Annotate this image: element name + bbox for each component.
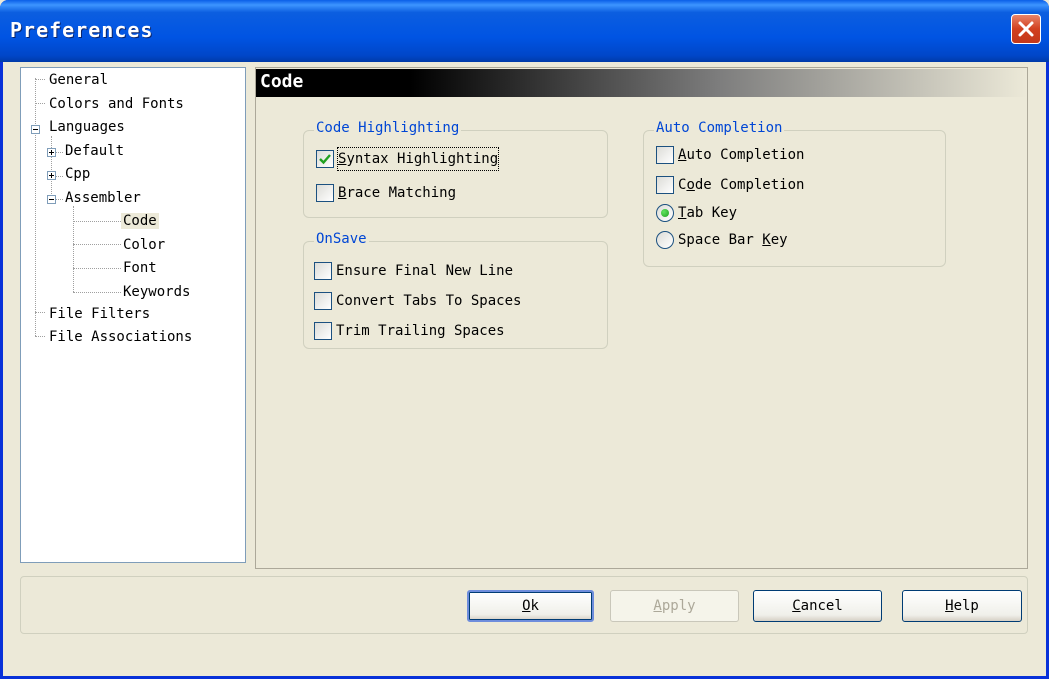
tree-item-file-associations[interactable]: File Associations: [47, 326, 194, 348]
apply-button[interactable]: Apply: [610, 590, 739, 622]
tree-item-font[interactable]: Font: [121, 257, 159, 279]
panel-header-title: Code: [260, 71, 304, 92]
checkbox-box[interactable]: [316, 184, 334, 202]
group-code-highlighting: Code Highlighting: [303, 120, 608, 218]
tree-connector: [73, 221, 121, 222]
tree-item-code[interactable]: Code: [121, 210, 159, 232]
tree-item-assembler[interactable]: Assembler: [63, 187, 143, 209]
tree-item-keywords[interactable]: Keywords: [121, 281, 192, 303]
checkbox-label: Syntax Highlighting: [336, 147, 500, 171]
checkbox-label: Convert Tabs To Spaces: [336, 293, 522, 309]
tree-connector: [35, 312, 45, 313]
tree-connector: [73, 244, 121, 245]
title-bar[interactable]: Preferences: [0, 0, 1049, 62]
expand-icon[interactable]: [47, 171, 56, 180]
tree-connector: [35, 336, 45, 337]
radio-button[interactable]: [656, 204, 674, 222]
tree-connector: [73, 292, 121, 293]
checkmark-icon: [319, 154, 331, 165]
checkbox-box[interactable]: [314, 262, 332, 280]
collapse-icon[interactable]: [31, 125, 40, 134]
checkbox-label: Auto Completion: [678, 147, 805, 163]
tree-item-cpp[interactable]: Cpp: [63, 163, 92, 185]
window-title: Preferences: [10, 18, 154, 42]
group-title: OnSave: [314, 231, 369, 247]
radio-button[interactable]: [656, 231, 674, 249]
tree-connector: [35, 103, 45, 104]
checkbox-label: Brace Matching: [338, 185, 457, 201]
group-title: Auto Completion: [654, 120, 785, 136]
tree-item-file-filters[interactable]: File Filters: [47, 303, 152, 325]
radio-label: Space Bar Key: [678, 232, 788, 248]
cancel-button[interactable]: Cancel: [753, 590, 882, 622]
tree-connector: [73, 206, 74, 292]
close-icon: [1018, 21, 1034, 37]
ok-button[interactable]: Ok: [467, 590, 594, 622]
tree-connector: [35, 79, 45, 80]
preferences-tree[interactable]: General Colors and Fonts Languages Defau…: [20, 67, 246, 563]
tree-connector: [73, 268, 121, 269]
radio-label: Tab Key: [678, 205, 738, 221]
close-button[interactable]: [1011, 14, 1041, 44]
checkbox-box[interactable]: [314, 292, 332, 310]
tree-item-color[interactable]: Color: [121, 234, 167, 256]
checkbox-box[interactable]: [656, 176, 674, 194]
expand-icon[interactable]: [47, 148, 56, 157]
checkbox-box[interactable]: [314, 322, 332, 340]
checkbox-label: Ensure Final New Line: [336, 263, 514, 279]
tree-item-languages[interactable]: Languages: [47, 116, 127, 138]
help-button[interactable]: Help: [902, 590, 1022, 622]
checkbox-label: Code Completion: [678, 177, 805, 193]
tree-connector: [35, 78, 36, 336]
checkbox-box[interactable]: [316, 150, 334, 168]
group-title: Code Highlighting: [314, 120, 462, 136]
tree-item-default[interactable]: Default: [63, 140, 126, 162]
panel-header: Code: [256, 69, 1027, 97]
collapse-icon[interactable]: [47, 195, 56, 204]
tree-connector: [51, 136, 52, 200]
tree-item-general[interactable]: General: [47, 69, 110, 91]
checkbox-label: Trim Trailing Spaces: [336, 323, 505, 339]
tree-item-colors-and-fonts[interactable]: Colors and Fonts: [47, 93, 186, 115]
checkbox-box[interactable]: [656, 146, 674, 164]
